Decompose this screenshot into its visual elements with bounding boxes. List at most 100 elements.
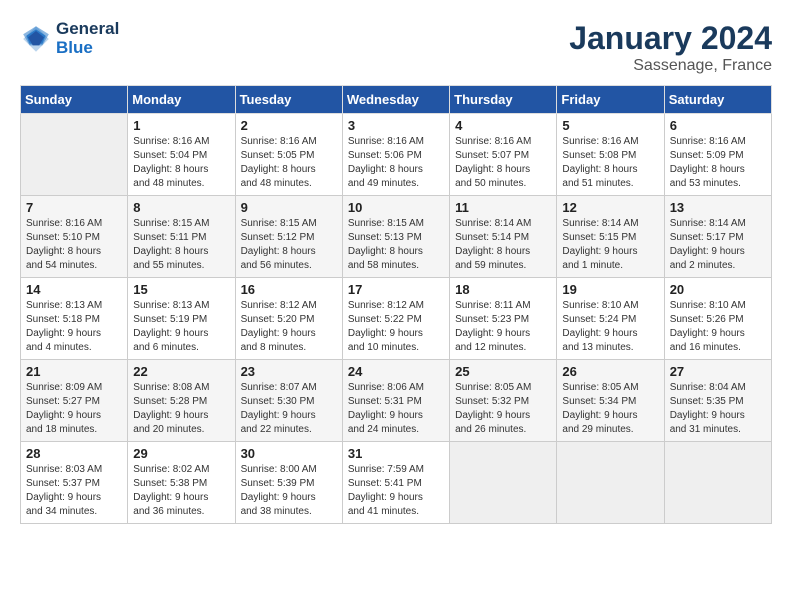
day-of-week-header: Monday (128, 86, 235, 114)
day-info: Sunrise: 8:14 AMSunset: 5:14 PMDaylight:… (455, 217, 551, 273)
calendar-cell: 13Sunrise: 8:14 AMSunset: 5:17 PMDayligh… (664, 196, 771, 278)
calendar-cell: 12Sunrise: 8:14 AMSunset: 5:15 PMDayligh… (557, 196, 664, 278)
day-info: Sunrise: 8:04 AMSunset: 5:35 PMDaylight:… (670, 381, 766, 437)
title-block: January 2024 Sassenage, France (569, 20, 772, 75)
day-number: 27 (670, 364, 766, 379)
day-of-week-header: Tuesday (235, 86, 342, 114)
day-info: Sunrise: 8:12 AMSunset: 5:22 PMDaylight:… (348, 299, 444, 355)
day-info: Sunrise: 8:10 AMSunset: 5:24 PMDaylight:… (562, 299, 658, 355)
day-of-week-header: Saturday (664, 86, 771, 114)
calendar-cell: 9 Sunrise: 8:15 AMSunset: 5:12 PMDaylight… (235, 196, 342, 278)
day-number: 2 (241, 118, 337, 133)
day-number: 16 (241, 282, 337, 297)
day-info: Sunrise: 8:10 AMSunset: 5:26 PMDaylight:… (670, 299, 766, 355)
day-number: 3 (348, 118, 444, 133)
day-number: 18 (455, 282, 551, 297)
calendar-cell: 7 Sunrise: 8:16 AMSunset: 5:10 PMDaylight… (21, 196, 128, 278)
calendar-cell (450, 442, 557, 524)
day-number: 9 (241, 200, 337, 215)
day-number: 26 (562, 364, 658, 379)
day-number: 20 (670, 282, 766, 297)
day-number: 13 (670, 200, 766, 215)
calendar-cell: 10 Sunrise: 8:15 AMSunset: 5:13 PMDayligh… (342, 196, 449, 278)
calendar-cell: 1 Sunrise: 8:16 AMSunset: 5:04 PMDaylight… (128, 114, 235, 196)
day-of-week-header: Friday (557, 86, 664, 114)
page-header: General Blue January 2024 Sassenage, Fra… (20, 20, 772, 75)
calendar-cell: 24Sunrise: 8:06 AMSunset: 5:31 PMDayligh… (342, 360, 449, 442)
calendar-cell: 3 Sunrise: 8:16 AMSunset: 5:06 PMDaylight… (342, 114, 449, 196)
calendar-cell: 22 Sunrise: 8:08 AMSunset: 5:28 PMDayligh… (128, 360, 235, 442)
calendar-cell: 8Sunrise: 8:15 AMSunset: 5:11 PMDaylight… (128, 196, 235, 278)
day-number: 11 (455, 200, 551, 215)
day-number: 29 (133, 446, 229, 461)
calendar-cell: 27 Sunrise: 8:04 AMSunset: 5:35 PMDayligh… (664, 360, 771, 442)
day-info: Sunrise: 8:08 AMSunset: 5:28 PMDaylight:… (133, 381, 229, 437)
day-number: 28 (26, 446, 122, 461)
logo-text-general: General (56, 20, 119, 39)
logo: General Blue (20, 20, 119, 57)
day-info: Sunrise: 8:05 AMSunset: 5:34 PMDaylight:… (562, 381, 658, 437)
day-number: 15 (133, 282, 229, 297)
calendar-cell (557, 442, 664, 524)
calendar-week-row: 1 Sunrise: 8:16 AMSunset: 5:04 PMDaylight… (21, 114, 772, 196)
day-number: 24 (348, 364, 444, 379)
day-number: 22 (133, 364, 229, 379)
day-info: Sunrise: 8:03 AMSunset: 5:37 PMDaylight:… (26, 463, 122, 519)
day-info: Sunrise: 8:13 AMSunset: 5:18 PMDaylight:… (26, 299, 122, 355)
day-of-week-header: Thursday (450, 86, 557, 114)
day-info: Sunrise: 8:13 AMSunset: 5:19 PMDaylight:… (133, 299, 229, 355)
day-of-week-header: Wednesday (342, 86, 449, 114)
day-number: 23 (241, 364, 337, 379)
day-info: Sunrise: 8:09 AMSunset: 5:27 PMDaylight:… (26, 381, 122, 437)
day-info: Sunrise: 8:16 AMSunset: 5:08 PMDaylight:… (562, 135, 658, 191)
calendar-cell: 25 Sunrise: 8:05 AMSunset: 5:32 PMDayligh… (450, 360, 557, 442)
calendar-cell: 5 Sunrise: 8:16 AMSunset: 5:08 PMDaylight… (557, 114, 664, 196)
day-number: 5 (562, 118, 658, 133)
day-number: 25 (455, 364, 551, 379)
day-number: 17 (348, 282, 444, 297)
calendar-cell: 4 Sunrise: 8:16 AMSunset: 5:07 PMDaylight… (450, 114, 557, 196)
calendar-cell: 23Sunrise: 8:07 AMSunset: 5:30 PMDayligh… (235, 360, 342, 442)
calendar-cell: 28 Sunrise: 8:03 AMSunset: 5:37 PMDayligh… (21, 442, 128, 524)
calendar-cell: 29Sunrise: 8:02 AMSunset: 5:38 PMDayligh… (128, 442, 235, 524)
day-info: Sunrise: 8:12 AMSunset: 5:20 PMDaylight:… (241, 299, 337, 355)
day-number: 19 (562, 282, 658, 297)
day-number: 7 (26, 200, 122, 215)
calendar-week-row: 28 Sunrise: 8:03 AMSunset: 5:37 PMDayligh… (21, 442, 772, 524)
day-info: Sunrise: 7:59 AMSunset: 5:41 PMDaylight:… (348, 463, 444, 519)
calendar-cell: 26 Sunrise: 8:05 AMSunset: 5:34 PMDayligh… (557, 360, 664, 442)
calendar-week-row: 7 Sunrise: 8:16 AMSunset: 5:10 PMDaylight… (21, 196, 772, 278)
day-info: Sunrise: 8:16 AMSunset: 5:06 PMDaylight:… (348, 135, 444, 191)
calendar-cell: 21 Sunrise: 8:09 AMSunset: 5:27 PMDayligh… (21, 360, 128, 442)
calendar-cell: 17 Sunrise: 8:12 AMSunset: 5:22 PMDayligh… (342, 278, 449, 360)
day-info: Sunrise: 8:16 AMSunset: 5:04 PMDaylight:… (133, 135, 229, 191)
calendar-cell: 11 Sunrise: 8:14 AMSunset: 5:14 PMDayligh… (450, 196, 557, 278)
day-info: Sunrise: 8:16 AMSunset: 5:09 PMDaylight:… (670, 135, 766, 191)
day-number: 14 (26, 282, 122, 297)
day-info: Sunrise: 8:05 AMSunset: 5:32 PMDaylight:… (455, 381, 551, 437)
day-number: 31 (348, 446, 444, 461)
calendar-cell: 18 Sunrise: 8:11 AMSunset: 5:23 PMDayligh… (450, 278, 557, 360)
day-info: Sunrise: 8:15 AMSunset: 5:11 PMDaylight:… (133, 217, 229, 273)
day-info: Sunrise: 8:16 AMSunset: 5:10 PMDaylight:… (26, 217, 122, 273)
day-number: 1 (133, 118, 229, 133)
day-info: Sunrise: 8:16 AMSunset: 5:05 PMDaylight:… (241, 135, 337, 191)
calendar-cell: 20 Sunrise: 8:10 AMSunset: 5:26 PMDayligh… (664, 278, 771, 360)
calendar-cell: 15 Sunrise: 8:13 AMSunset: 5:19 PMDayligh… (128, 278, 235, 360)
calendar-cell: 16 Sunrise: 8:12 AMSunset: 5:20 PMDayligh… (235, 278, 342, 360)
location-subtitle: Sassenage, France (569, 57, 772, 75)
day-info: Sunrise: 8:15 AMSunset: 5:12 PMDaylight:… (241, 217, 337, 273)
day-number: 21 (26, 364, 122, 379)
day-number: 4 (455, 118, 551, 133)
logo-text-blue: Blue (56, 39, 119, 58)
day-info: Sunrise: 8:14 AMSunset: 5:15 PMDaylight:… (562, 217, 658, 273)
calendar-cell (21, 114, 128, 196)
calendar-cell: 19 Sunrise: 8:10 AMSunset: 5:24 PMDayligh… (557, 278, 664, 360)
day-info: Sunrise: 8:00 AMSunset: 5:39 PMDaylight:… (241, 463, 337, 519)
day-info: Sunrise: 8:16 AMSunset: 5:07 PMDaylight:… (455, 135, 551, 191)
day-info: Sunrise: 8:15 AMSunset: 5:13 PMDaylight:… (348, 217, 444, 273)
calendar-cell: 6Sunrise: 8:16 AMSunset: 5:09 PMDaylight… (664, 114, 771, 196)
day-number: 10 (348, 200, 444, 215)
logo-icon (20, 23, 52, 55)
day-info: Sunrise: 8:11 AMSunset: 5:23 PMDaylight:… (455, 299, 551, 355)
